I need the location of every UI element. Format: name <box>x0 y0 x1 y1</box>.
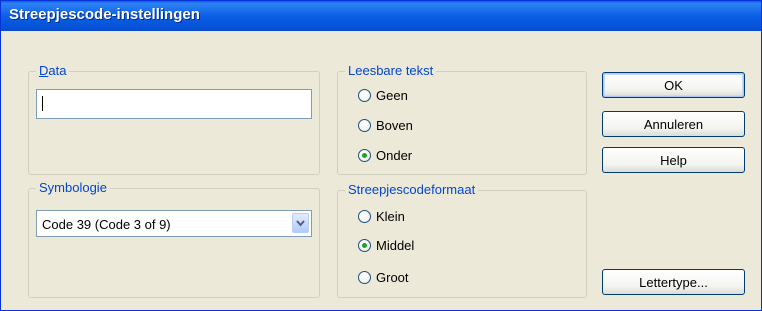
cancel-button-label: Annuleren <box>643 117 704 132</box>
barcode-format-group: Streepjescodeformaat Klein Middel Groot <box>337 182 587 298</box>
radio-button-boven[interactable] <box>358 119 371 132</box>
cancel-button[interactable]: Annuleren <box>602 111 745 137</box>
radio-selected-dot <box>362 243 367 248</box>
barcode-format-group-label: Streepjescodeformaat <box>345 182 479 197</box>
radio-label-klein: Klein <box>376 209 405 224</box>
font-button[interactable]: Lettertype... <box>602 269 745 295</box>
barcode-settings-dialog: Streepjescode-instellingen Data Symbolog… <box>0 0 762 311</box>
data-group: Data <box>28 63 320 175</box>
radio-selected-dot <box>362 153 367 158</box>
radio-button-middel[interactable] <box>358 239 371 252</box>
radio-label-middel: Middel <box>376 238 415 253</box>
radio-button-onder[interactable] <box>358 149 371 162</box>
radio-label-geen: Geen <box>376 88 408 103</box>
readable-text-group: Leesbare tekst Geen Boven Onder <box>337 63 587 175</box>
data-group-label: Data <box>36 63 70 78</box>
window-title: Streepjescode-instellingen <box>9 6 200 23</box>
radio-label-boven: Boven <box>376 118 413 133</box>
symbology-selected-value: Code 39 (Code 3 of 9) <box>42 217 171 232</box>
data-label-rest: ata <box>48 63 67 78</box>
data-label-accesskey: D <box>39 63 49 78</box>
dropdown-button[interactable] <box>292 213 309 233</box>
chevron-down-icon <box>296 220 305 227</box>
radio-button-geen[interactable] <box>358 89 371 102</box>
ok-button[interactable]: OK <box>602 72 745 98</box>
help-button-label: Help <box>660 153 687 168</box>
data-input[interactable] <box>36 89 312 119</box>
ok-button-label: OK <box>664 78 683 93</box>
radio-label-groot: Groot <box>376 270 409 285</box>
symbology-group: Symbologie Code 39 (Code 3 of 9) <box>28 180 320 298</box>
font-button-label: Lettertype... <box>639 275 708 290</box>
help-button[interactable]: Help <box>602 147 745 173</box>
text-caret <box>42 96 43 111</box>
readable-text-group-label: Leesbare tekst <box>345 63 437 78</box>
radio-button-klein[interactable] <box>358 210 371 223</box>
symbology-group-label: Symbologie <box>36 180 110 195</box>
radio-button-groot[interactable] <box>358 271 371 284</box>
symbology-select[interactable]: Code 39 (Code 3 of 9) <box>36 210 312 237</box>
radio-label-onder: Onder <box>376 148 413 163</box>
title-bar[interactable]: Streepjescode-instellingen <box>1 1 761 31</box>
